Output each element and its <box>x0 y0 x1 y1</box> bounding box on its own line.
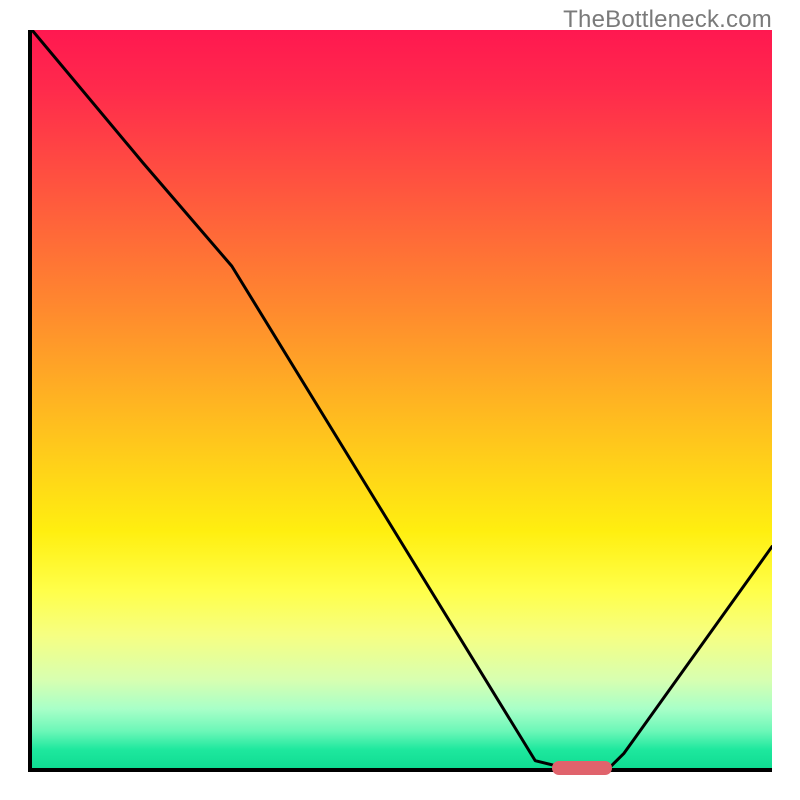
plot-inner <box>32 30 772 768</box>
plot-area <box>28 30 772 772</box>
gradient-background <box>32 30 772 768</box>
optimal-marker <box>552 761 612 775</box>
